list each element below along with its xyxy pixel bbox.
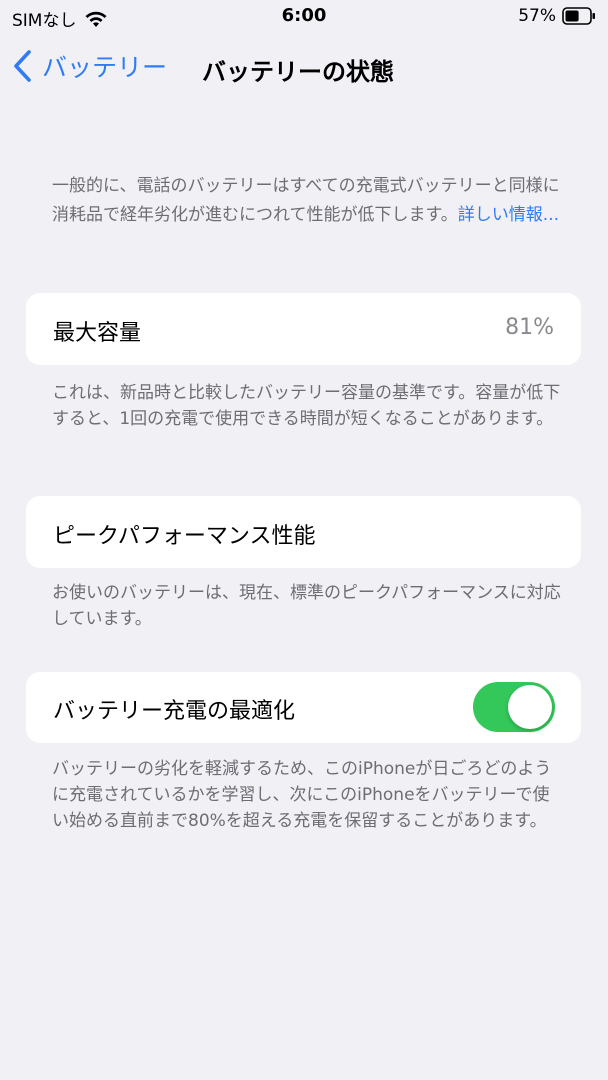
toggle-knob <box>508 685 552 729</box>
peak-performance-label: ピークパフォーマンス性能 <box>53 524 316 549</box>
battery-icon <box>562 7 595 25</box>
page-title: バッテリーの状態 <box>202 58 394 86</box>
status-right: 57% <box>518 6 596 26</box>
back-button[interactable]: バッテリー <box>12 48 167 84</box>
intro-description: 一般的に、電話のバッテリーはすべての充電式バッテリーと同様に消耗品で経年劣化が進… <box>52 172 562 230</box>
optimized-charging-note: バッテリーの劣化を軽減するため、このiPhoneが日ごろどのように充電されている… <box>52 759 552 831</box>
max-capacity-row: 最大容量 81% <box>26 293 581 365</box>
battery-percent: 57% <box>518 6 556 26</box>
learn-more-link[interactable]: 詳しい情報... <box>458 205 559 225</box>
max-capacity-note: これは、新品時と比較したバッテリー容量の基準です。容量が低下すると、1回の充電で… <box>52 383 561 429</box>
optimized-charging-row: バッテリー充電の最適化 <box>26 672 581 743</box>
navigation-bar: バッテリー バッテリーの状態 <box>0 40 608 96</box>
status-bar: SIMなし 6:00 57% <box>0 0 608 34</box>
optimized-charging-label: バッテリー充電の最適化 <box>53 699 296 724</box>
back-button-label: バッテリー <box>42 53 168 82</box>
peak-performance-row: ピークパフォーマンス性能 <box>26 496 581 568</box>
optimized-charging-toggle[interactable] <box>473 682 555 732</box>
peak-performance-note: お使いのバッテリーは、現在、標準のピークパフォーマンスに対応しています。 <box>52 583 561 629</box>
chevron-left-icon <box>14 50 31 82</box>
status-time: 6:00 <box>281 5 327 26</box>
max-capacity-label: 最大容量 <box>53 321 142 346</box>
max-capacity-value: 81% <box>505 315 554 340</box>
